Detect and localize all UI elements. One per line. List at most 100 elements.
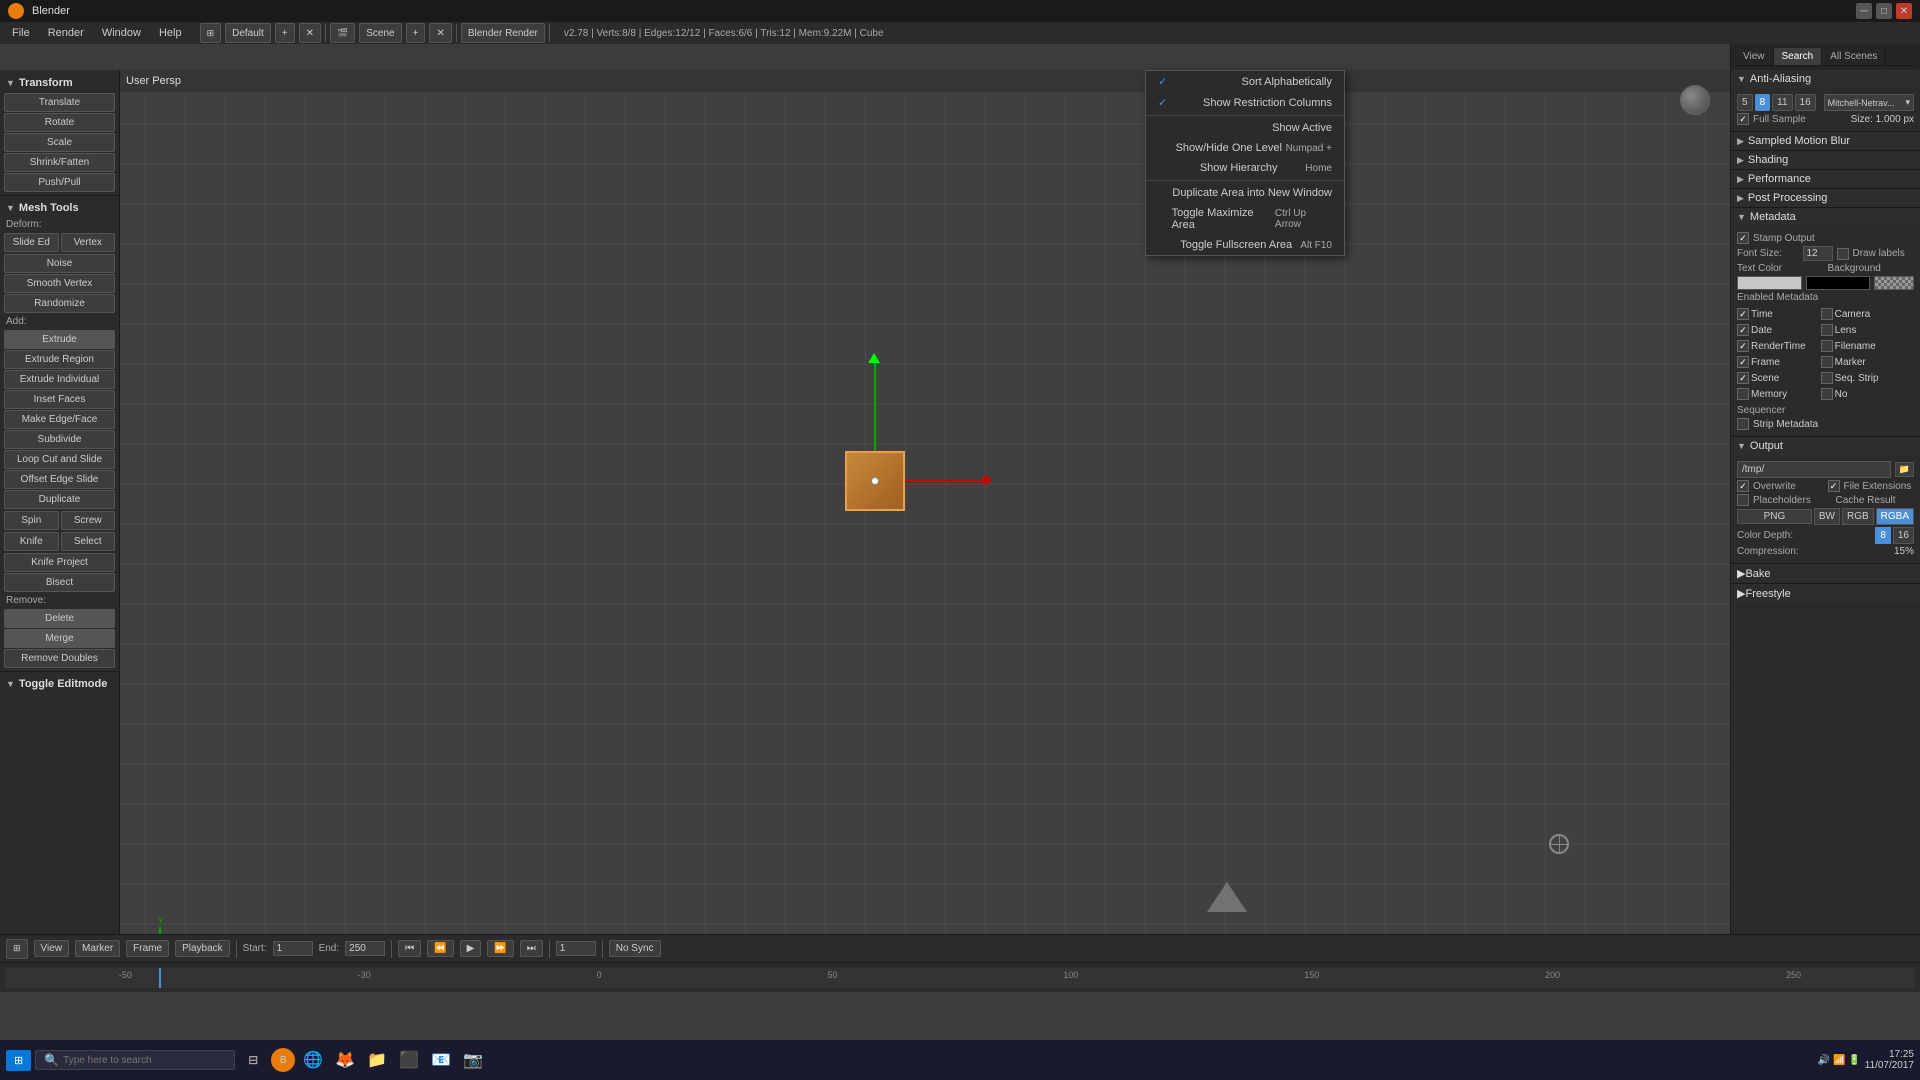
depth-16[interactable]: 16 xyxy=(1893,527,1914,544)
menu-window[interactable]: Window xyxy=(94,25,149,41)
play-next[interactable]: ⏩ xyxy=(487,940,513,957)
translate-button[interactable]: Translate xyxy=(4,93,115,112)
performance-header[interactable]: ▶ Performance xyxy=(1731,170,1920,188)
inset-faces-button[interactable]: Inset Faces xyxy=(4,390,115,409)
scene-type[interactable]: 🎬 xyxy=(330,23,355,43)
marker-checkbox[interactable] xyxy=(1821,356,1833,368)
current-frame[interactable] xyxy=(556,941,596,956)
search-input[interactable] xyxy=(63,1055,226,1066)
layout-selector[interactable]: Default xyxy=(225,23,271,43)
sample-16[interactable]: 16 xyxy=(1795,94,1816,111)
scene-remove[interactable]: ✕ xyxy=(429,23,451,43)
bake-header[interactable]: ▶ Bake xyxy=(1731,564,1920,584)
sync-selector[interactable]: No Sync xyxy=(609,940,661,957)
no-checkbox[interactable] xyxy=(1821,388,1833,400)
extrude-button[interactable]: Extrude xyxy=(4,330,115,349)
stamp-checkbox[interactable] xyxy=(1737,232,1749,244)
end-frame[interactable] xyxy=(345,941,385,956)
time-checkbox[interactable] xyxy=(1737,308,1749,320)
screw-button[interactable]: Screw xyxy=(61,511,116,530)
tab-search[interactable]: Search xyxy=(1774,48,1823,65)
tab-all-scenes[interactable]: All Scenes xyxy=(1822,48,1886,65)
slide-ed-button[interactable]: Slide Ed xyxy=(4,233,59,252)
app5-icon[interactable]: 📧 xyxy=(427,1046,455,1074)
rotate-button[interactable]: Rotate xyxy=(4,113,115,132)
bg-color-swatch[interactable] xyxy=(1806,276,1871,290)
app6-icon[interactable]: 📷 xyxy=(459,1046,487,1074)
chrome-taskbar-icon[interactable]: 🌐 xyxy=(299,1046,327,1074)
bisect-button[interactable]: Bisect xyxy=(4,573,115,592)
freestyle-header[interactable]: ▶ Freestyle xyxy=(1731,584,1920,603)
menu-file[interactable]: File xyxy=(4,25,38,41)
close-button[interactable]: ✕ xyxy=(1896,3,1912,19)
dd-sort-alpha[interactable]: ✓ Sort Alphabetically xyxy=(1146,71,1344,92)
delete-button[interactable]: Delete xyxy=(4,609,115,628)
file-explorer-icon[interactable]: 📁 xyxy=(363,1046,391,1074)
merge-button[interactable]: Merge xyxy=(4,629,115,648)
engine-selector[interactable]: Blender Render xyxy=(461,23,545,43)
play-prev[interactable]: ⏪ xyxy=(427,940,453,957)
draw-labels-checkbox[interactable] xyxy=(1837,248,1849,260)
timeline-track[interactable]: -50 -30 0 50 100 150 200 250 xyxy=(6,968,1914,988)
file-ext-checkbox[interactable] xyxy=(1828,480,1840,492)
navigation-sphere[interactable] xyxy=(1680,85,1710,115)
browse-path-button[interactable]: 📁 xyxy=(1895,462,1914,477)
sample-5[interactable]: 5 xyxy=(1737,94,1753,111)
sample-11[interactable]: 11 xyxy=(1772,94,1792,111)
mesh-tools-section-header[interactable]: ▼ Mesh Tools xyxy=(0,199,119,217)
shrink-fatten-button[interactable]: Shrink/Fatten xyxy=(4,153,115,172)
screen-selector[interactable]: ⊞ xyxy=(200,23,222,43)
knife-project-button[interactable]: Knife Project xyxy=(4,553,115,572)
add-layout[interactable]: + xyxy=(275,23,295,43)
sb-marker[interactable]: Marker xyxy=(75,940,120,957)
filter-selector[interactable]: Mitchell-Netrav... ▾ xyxy=(1824,94,1914,111)
menu-help[interactable]: Help xyxy=(151,25,190,41)
scene-checkbox[interactable] xyxy=(1737,372,1749,384)
full-sample-checkbox[interactable] xyxy=(1737,113,1749,125)
dd-toggle-full[interactable]: Toggle Fullscreen Area Alt F10 xyxy=(1146,235,1344,255)
placeholders-checkbox[interactable] xyxy=(1737,494,1749,506)
metadata-header[interactable]: ▼ Metadata xyxy=(1731,208,1920,226)
depth-8[interactable]: 8 xyxy=(1875,527,1891,544)
loop-cut-slide-button[interactable]: Loop Cut and Slide xyxy=(4,450,115,469)
search-box[interactable]: 🔍 xyxy=(35,1050,235,1070)
dd-toggle-max[interactable]: Toggle Maximize Area Ctrl Up Arrow xyxy=(1146,203,1344,235)
offset-edge-slide-button[interactable]: Offset Edge Slide xyxy=(4,470,115,489)
push-pull-button[interactable]: Push/Pull xyxy=(4,173,115,192)
date-checkbox[interactable] xyxy=(1737,324,1749,336)
text-color-swatch[interactable] xyxy=(1737,276,1802,290)
play-start[interactable]: ⏮ xyxy=(398,940,421,957)
bw-button[interactable]: BW xyxy=(1814,508,1840,525)
subdivide-button[interactable]: Subdivide xyxy=(4,430,115,449)
sb-view[interactable]: View xyxy=(34,940,70,957)
overwrite-checkbox[interactable] xyxy=(1737,480,1749,492)
font-size-input[interactable] xyxy=(1803,246,1833,261)
anti-aliasing-header[interactable]: ▼ Anti-Aliasing xyxy=(1731,70,1920,88)
motion-blur-header[interactable]: ▶ Sampled Motion Blur xyxy=(1731,132,1920,150)
make-edge-face-button[interactable]: Make Edge/Face xyxy=(4,410,115,429)
noise-button[interactable]: Noise xyxy=(4,254,115,273)
tab-view[interactable]: View xyxy=(1735,48,1774,65)
firefox-taskbar-icon[interactable]: 🦊 xyxy=(331,1046,359,1074)
scene-selector[interactable]: Scene xyxy=(359,23,401,43)
minimize-button[interactable]: ─ xyxy=(1856,3,1872,19)
duplicate-button[interactable]: Duplicate xyxy=(4,490,115,509)
rgba-button[interactable]: RGBA xyxy=(1876,508,1914,525)
lens-checkbox[interactable] xyxy=(1821,324,1833,336)
play-button[interactable]: ▶ xyxy=(460,940,482,957)
dd-show-hide-one[interactable]: Show/Hide One Level Numpad + xyxy=(1146,138,1344,158)
dd-dup-area[interactable]: Duplicate Area into New Window xyxy=(1146,183,1344,203)
memory-checkbox[interactable] xyxy=(1737,388,1749,400)
cube-object[interactable] xyxy=(845,451,905,511)
spin-button[interactable]: Spin xyxy=(4,511,59,530)
start-button[interactable]: ⊞ xyxy=(6,1050,31,1071)
extrude-individual-button[interactable]: Extrude Individual xyxy=(4,370,115,389)
blender-taskbar-icon[interactable]: B xyxy=(271,1048,295,1072)
scene-add[interactable]: + xyxy=(406,23,426,43)
rendertime-checkbox[interactable] xyxy=(1737,340,1749,352)
camera-checkbox[interactable] xyxy=(1821,308,1833,320)
viewport[interactable]: User Persp X Y (1) Cube xyxy=(120,70,1730,992)
remove-layout[interactable]: ✕ xyxy=(299,23,321,43)
smooth-vertex-button[interactable]: Smooth Vertex xyxy=(4,274,115,293)
knife-button[interactable]: Knife xyxy=(4,532,59,551)
